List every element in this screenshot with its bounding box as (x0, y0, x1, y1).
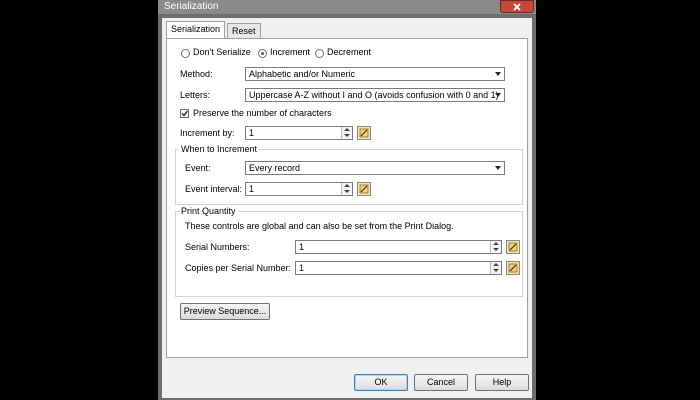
print-quantity-note: These controls are global and can also b… (185, 221, 454, 231)
copies-value: 1 (299, 263, 305, 273)
increment-by-label: Increment by: (180, 128, 235, 138)
serial-numbers-edit-button[interactable] (506, 240, 520, 254)
help-button[interactable]: Help (475, 374, 529, 391)
edit-icon (508, 242, 518, 252)
copies-stepper[interactable]: 1 (295, 261, 502, 275)
close-button[interactable] (500, 0, 534, 13)
radio-dont-serialize[interactable] (181, 49, 190, 58)
method-value: Alphabetic and/or Numeric (249, 69, 356, 79)
radio-decrement-label: Decrement (327, 47, 372, 57)
copies-edit-button[interactable] (506, 261, 520, 275)
edit-icon (359, 128, 369, 138)
spinner-arrows[interactable] (490, 241, 501, 253)
increment-by-edit-button[interactable] (357, 126, 371, 140)
event-select[interactable]: Every record (245, 161, 505, 175)
chevron-down-icon (495, 93, 501, 97)
increment-by-stepper[interactable]: 1 (245, 126, 353, 140)
event-label: Event: (185, 163, 211, 173)
edit-icon (359, 184, 369, 194)
close-icon (513, 3, 521, 11)
preserve-checkbox[interactable] (180, 109, 189, 118)
spinner-arrows[interactable] (341, 127, 352, 139)
tab-serialization[interactable]: Serialization (166, 21, 226, 38)
preview-sequence-button[interactable]: Preview Sequence... (180, 303, 270, 320)
ok-button[interactable]: OK (354, 374, 408, 391)
print-quantity-title: Print Quantity (179, 206, 238, 216)
checkmark-icon (181, 110, 189, 117)
chevron-down-icon (495, 166, 501, 170)
serialization-panel: Don't Serialize Increment Decrement Meth… (166, 38, 528, 358)
increment-by-value: 1 (249, 128, 255, 138)
serial-numbers-value: 1 (299, 242, 305, 252)
event-interval-edit-button[interactable] (357, 182, 371, 196)
serial-numbers-stepper[interactable]: 1 (295, 240, 502, 254)
method-label: Method: (180, 69, 213, 79)
event-value: Every record (249, 163, 301, 173)
spinner-arrows[interactable] (490, 262, 501, 274)
serialization-dialog: Serialization Serialization Reset Don't … (158, 0, 536, 400)
window-title: Serialization (164, 1, 219, 12)
tab-reset[interactable]: Reset (227, 23, 261, 38)
serial-numbers-label: Serial Numbers: (185, 242, 250, 252)
method-select[interactable]: Alphabetic and/or Numeric (245, 67, 505, 81)
event-interval-label: Event interval: (185, 184, 243, 194)
radio-increment[interactable] (258, 49, 267, 58)
chevron-down-icon (495, 72, 501, 76)
radio-dont-serialize-label: Don't Serialize (193, 47, 251, 57)
dialog-client: Serialization Reset Don't Serialize Incr… (162, 18, 532, 398)
when-to-increment-title: When to Increment (179, 144, 260, 154)
radio-increment-label: Increment (270, 47, 311, 57)
event-interval-stepper[interactable]: 1 (245, 182, 353, 196)
event-interval-value: 1 (249, 184, 255, 194)
letters-label: Letters: (180, 90, 211, 100)
title-bar: Serialization (158, 0, 536, 14)
copies-label: Copies per Serial Number: (185, 263, 292, 273)
spinner-arrows[interactable] (341, 183, 352, 195)
when-to-increment-group (175, 149, 523, 205)
cancel-button[interactable]: Cancel (414, 374, 468, 391)
letters-value: Uppercase A-Z without I and O (avoids co… (249, 90, 499, 100)
preserve-label: Preserve the number of characters (193, 108, 332, 118)
letters-select[interactable]: Uppercase A-Z without I and O (avoids co… (245, 88, 505, 102)
radio-decrement[interactable] (315, 49, 324, 58)
edit-icon (508, 263, 518, 273)
